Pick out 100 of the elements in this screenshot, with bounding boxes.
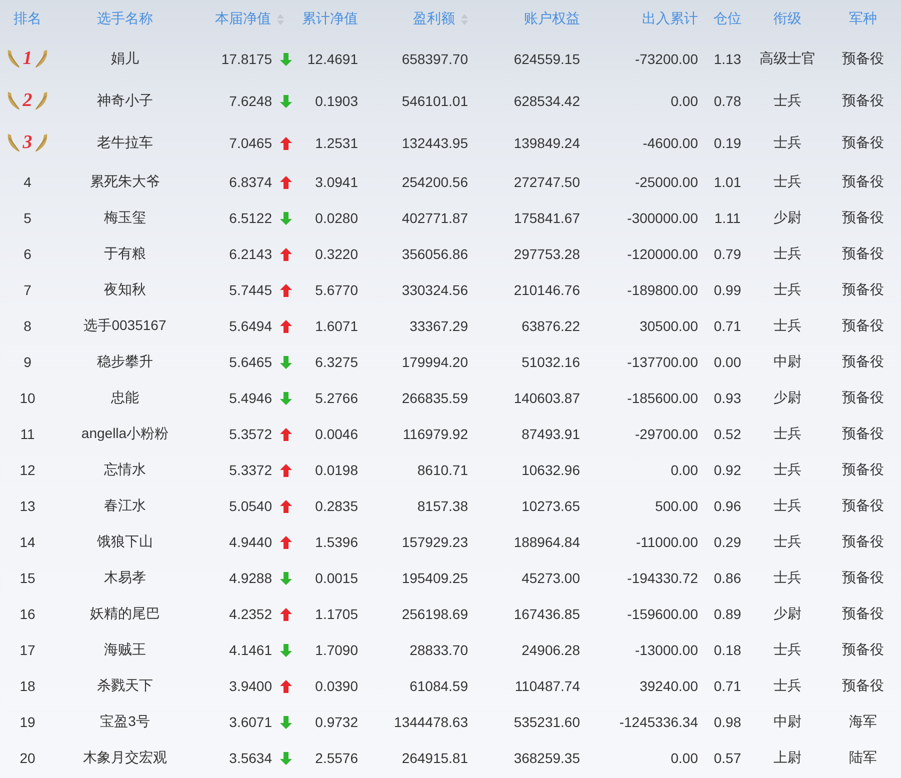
laurel-icon (33, 48, 50, 70)
table-cell: 24906.28 (522, 642, 580, 658)
table-cell: 预备役 (842, 533, 884, 551)
player-name: 神奇小子 (97, 92, 153, 110)
table-cell: 7.0465 (229, 135, 272, 151)
column-header: 出入累计 (642, 10, 698, 28)
rank-cell: 12 (20, 462, 36, 478)
table-cell: 预备役 (842, 50, 884, 68)
rank-cell: 20 (20, 750, 36, 766)
table-cell: -29700.00 (634, 426, 698, 442)
table-cell: -185600.00 (627, 390, 698, 406)
table-cell: 266835.59 (402, 390, 468, 406)
table-cell: 4.1461 (229, 642, 272, 658)
column-header: 衔级 (774, 10, 802, 28)
table-cell: 500.00 (655, 498, 698, 514)
table-cell: 0.1903 (315, 93, 358, 109)
table-cell: 0.00 (670, 750, 698, 766)
table-cell: -73200.00 (634, 51, 698, 67)
table-cell: 8157.38 (417, 498, 468, 514)
table-cell: 士兵 (774, 677, 802, 695)
table-cell: 预备役 (842, 353, 884, 371)
table-cell: 0.9732 (315, 714, 358, 730)
rank-cell: 19 (20, 714, 36, 730)
table-cell: 士兵 (774, 134, 802, 152)
player-name: 稳步攀升 (97, 353, 153, 371)
table-cell: 3.5634 (229, 750, 272, 766)
table-cell: 12.4691 (307, 51, 358, 67)
rank-cell: 18 (20, 678, 36, 694)
column-header[interactable]: 盈利额 (413, 10, 455, 28)
table-cell: 1344478.63 (394, 714, 468, 730)
table-cell: 0.71 (714, 678, 742, 694)
table-cell: -120000.00 (627, 246, 698, 262)
table-cell: 预备役 (842, 641, 884, 659)
table-cell: 0.2835 (315, 498, 358, 514)
table-cell: 0.0280 (315, 210, 358, 226)
table-cell: 45273.00 (522, 570, 580, 586)
table-cell: 0.98 (714, 714, 742, 730)
table-cell: 预备役 (842, 173, 884, 191)
column-header: 仓位 (714, 10, 742, 28)
table-cell: 5.2766 (315, 390, 358, 406)
table-cell: 10273.65 (522, 498, 580, 514)
sort-icon[interactable] (277, 14, 284, 24)
table-cell: 0.0198 (315, 462, 358, 478)
table-cell: 5.6465 (229, 354, 272, 370)
table-cell: 3.6071 (229, 714, 272, 730)
table-cell: 116979.92 (402, 426, 468, 442)
table-cell: 1.7090 (315, 642, 358, 658)
table-cell: 4.9288 (229, 570, 272, 586)
table-cell: 0.0015 (315, 570, 358, 586)
table-cell: 0.96 (714, 498, 742, 514)
table-cell: 0.00 (670, 93, 698, 109)
table-cell: 0.3220 (315, 246, 358, 262)
player-name: 木易孝 (104, 569, 146, 587)
table-cell: 1.1705 (315, 606, 358, 622)
table-cell: 0.0046 (315, 426, 358, 442)
player-name: 忘情水 (104, 461, 146, 479)
table-cell: 预备役 (842, 569, 884, 587)
table-cell: 7.6248 (229, 93, 272, 109)
rank-cell: 7 (24, 282, 32, 298)
player-name: 忠能 (111, 389, 139, 407)
table-cell: 0.71 (714, 318, 742, 334)
table-cell: 高级士官 (760, 50, 816, 68)
sort-icon[interactable] (461, 14, 468, 24)
table-cell: 预备役 (842, 245, 884, 263)
table-cell: 预备役 (842, 389, 884, 407)
table-cell: 预备役 (842, 92, 884, 110)
player-name: angella小粉粉 (81, 425, 169, 443)
column-header: 选手名称 (97, 10, 153, 28)
table-cell: 1.01 (714, 174, 742, 190)
table-cell: 624559.15 (514, 51, 580, 67)
table-cell: 2.5576 (315, 750, 358, 766)
table-cell: 8610.71 (417, 462, 468, 478)
rank-cell: 11 (20, 426, 35, 442)
column-header[interactable]: 本届净值 (215, 10, 271, 28)
table-cell: 3.0941 (315, 174, 358, 190)
table-cell: 6.5122 (229, 210, 272, 226)
table-cell: 预备役 (842, 209, 884, 227)
player-name: 选手0035167 (84, 317, 166, 335)
table-cell: 546101.01 (402, 93, 468, 109)
table-cell: 0.79 (714, 246, 742, 262)
table-cell: 256198.69 (402, 606, 468, 622)
table-cell: 士兵 (774, 317, 802, 335)
table-cell: 士兵 (774, 92, 802, 110)
table-cell: 175841.67 (514, 210, 580, 226)
rank-cell: 15 (20, 570, 36, 586)
table-cell: -13000.00 (634, 642, 698, 658)
table-cell: 士兵 (774, 281, 802, 299)
table-cell: -137700.00 (627, 354, 698, 370)
table-cell: 0.29 (714, 534, 742, 550)
table-cell: 30500.00 (640, 318, 698, 334)
table-cell: 预备役 (842, 281, 884, 299)
table-cell: 1.2531 (315, 135, 358, 151)
rank-cell: 9 (24, 354, 32, 370)
table-cell: 63876.22 (522, 318, 580, 334)
rank-cell: 17 (20, 642, 36, 658)
table-cell: 5.3572 (229, 426, 272, 442)
table-cell: 预备役 (842, 605, 884, 623)
table-cell: 0.52 (714, 426, 742, 442)
player-name: 老牛拉车 (97, 134, 153, 152)
rank-cell: 5 (24, 210, 32, 226)
